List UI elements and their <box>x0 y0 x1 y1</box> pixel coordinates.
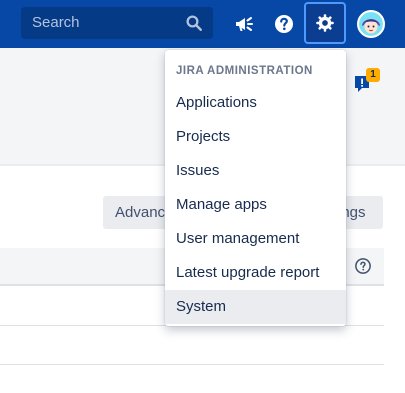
notification-badge: 1 <box>366 68 380 82</box>
search-input[interactable]: Search <box>21 7 213 39</box>
question-circle-icon[interactable] <box>272 12 296 36</box>
table-row <box>0 364 384 365</box>
gear-icon <box>316 14 334 32</box>
user-avatar[interactable] <box>357 10 385 38</box>
megaphone-icon[interactable] <box>232 12 256 36</box>
menu-item-user-management[interactable]: User management <box>165 222 346 256</box>
dropdown-heading: JIRA ADMINISTRATION <box>176 65 313 77</box>
search-placeholder: Search <box>32 14 80 31</box>
menu-item-projects[interactable]: Projects <box>165 120 346 154</box>
help-circle-icon[interactable] <box>354 257 372 275</box>
menu-item-latest-upgrade-report[interactable]: Latest upgrade report <box>165 256 346 290</box>
top-navigation-bar: Search <box>0 0 405 48</box>
menu-item-issues[interactable]: Issues <box>165 154 346 188</box>
settings-button[interactable] <box>304 2 346 44</box>
avatar-image <box>359 12 383 36</box>
menu-item-applications[interactable]: Applications <box>165 86 346 120</box>
menu-item-system[interactable]: System <box>165 290 346 324</box>
admin-dropdown-menu: JIRA ADMINISTRATION Applications Project… <box>165 50 346 326</box>
search-icon <box>186 15 202 31</box>
menu-item-manage-apps[interactable]: Manage apps <box>165 188 346 222</box>
